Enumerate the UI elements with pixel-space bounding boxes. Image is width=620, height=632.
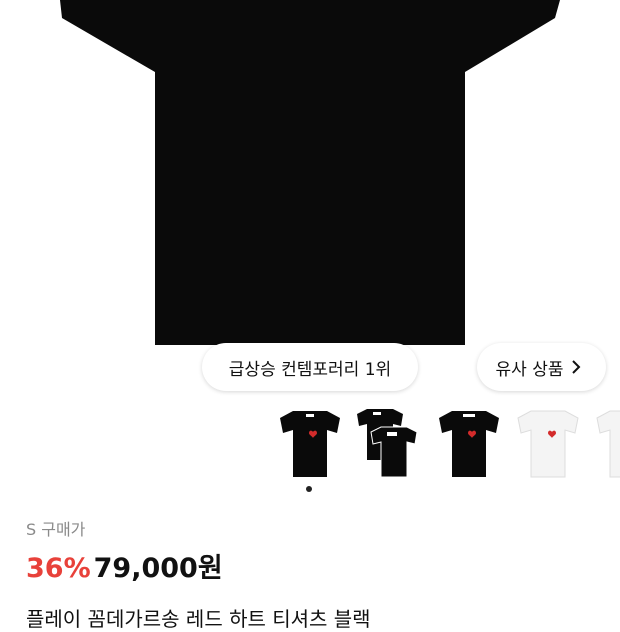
black-tshirt-two-pack-thumbnail: [357, 409, 418, 478]
discount-rate: 36%: [26, 553, 91, 584]
carousel-indicator-dot: [306, 486, 312, 492]
trending-rank-badge[interactable]: 급상승 컨템포러리 1위: [202, 343, 418, 391]
sale-price: 79,000원: [93, 553, 223, 584]
similar-products-label: 유사 상품: [495, 359, 564, 380]
chevron-right-icon: [572, 360, 581, 374]
thumbnail-1[interactable]: [277, 408, 343, 480]
black-tshirt-image: [60, 0, 560, 345]
similar-products-button[interactable]: 유사 상품: [477, 343, 606, 391]
product-hero-image[interactable]: [0, 0, 620, 345]
thumbnail-4[interactable]: [515, 408, 581, 480]
thumbnail-3[interactable]: [436, 408, 502, 480]
product-title: 플레이 꼼데가르송 레드 하트 티셔츠 블랙: [26, 607, 371, 631]
white-tshirt-partial-thumbnail: [596, 410, 620, 478]
rank-badge-label: 급상승 컨템포러리 1위: [228, 359, 392, 380]
thumbnail-2[interactable]: [357, 408, 423, 480]
price-row: 36% 79,000원: [26, 546, 223, 586]
thumbnail-5[interactable]: [594, 408, 620, 480]
purchase-price-label: S 구매가: [26, 520, 86, 539]
white-tshirt-red-heart-thumbnail: [517, 410, 579, 478]
black-tshirt-red-heart-thumbnail: [280, 411, 340, 477]
black-tshirt-red-heart-2-thumbnail: [439, 411, 499, 477]
